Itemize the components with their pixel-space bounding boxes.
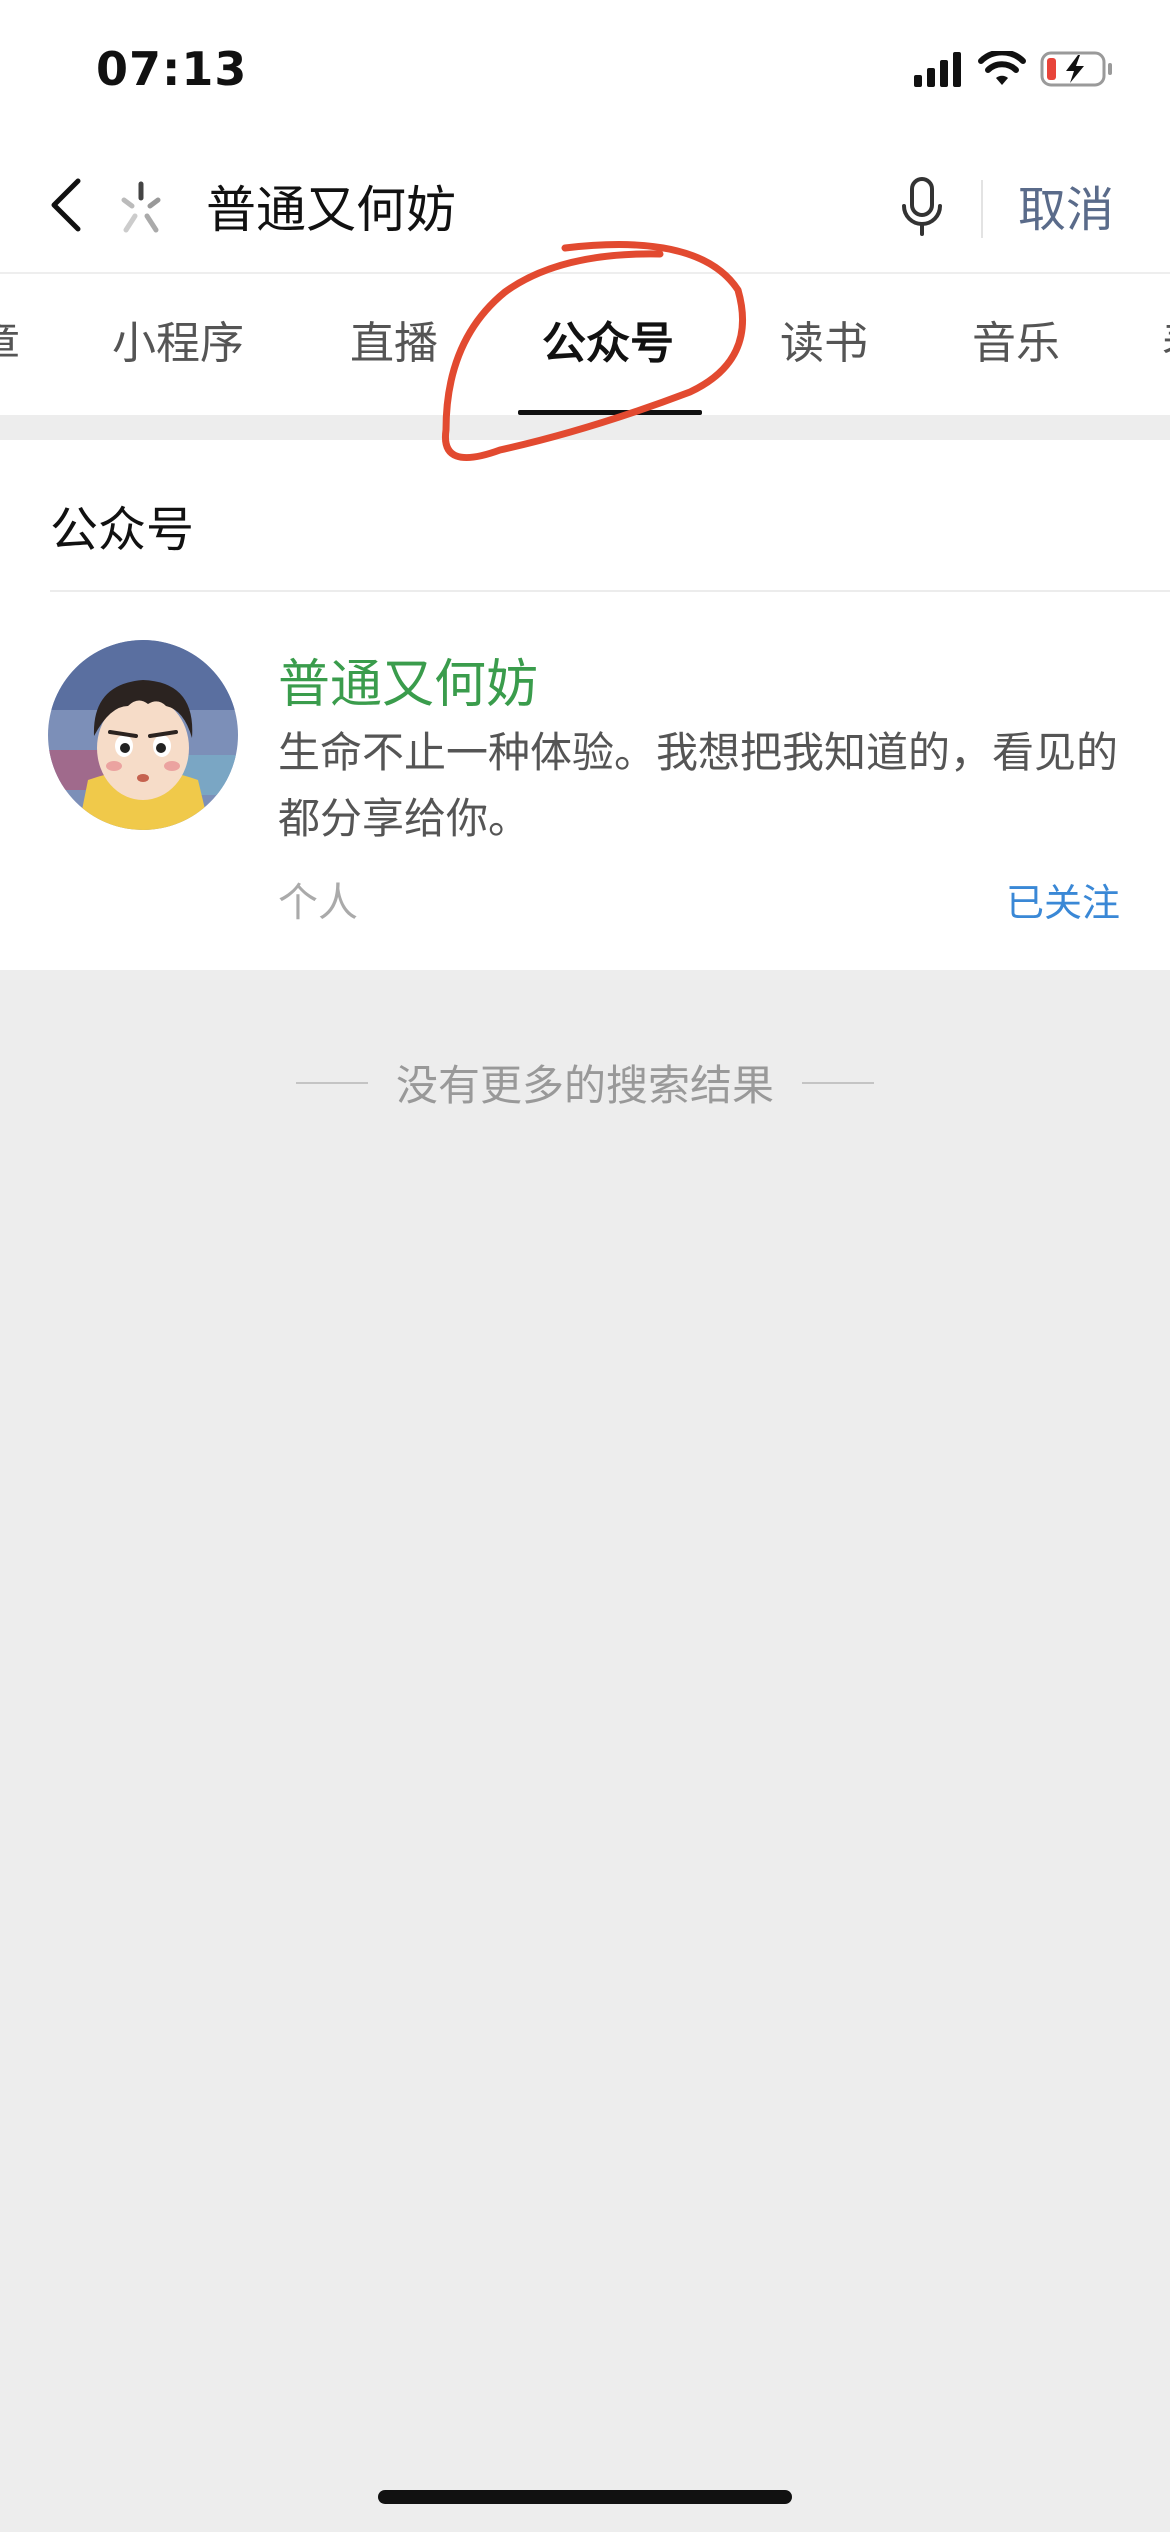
header-area: 07:13 普通又何妨 取消 小程序 直播 公众号 读书 音乐	[0, 0, 1170, 415]
no-more-results: 没有更多的搜索结果	[0, 1052, 1170, 1113]
tab-emoji[interactable]: 表	[1162, 312, 1170, 376]
signal-icon	[914, 51, 964, 91]
results-card: 公众号 普通又何妨 生命不止一种体验。我想把我知道的，看见的都分享给你。 个人 …	[0, 440, 1170, 970]
account-type: 个人	[278, 880, 358, 926]
divider	[0, 272, 1170, 274]
home-indicator[interactable]	[378, 2490, 792, 2504]
wifi-icon	[978, 49, 1026, 91]
cancel-button[interactable]: 取消	[1018, 176, 1114, 244]
back-button[interactable]	[36, 172, 96, 242]
tab-article[interactable]: 章	[0, 312, 20, 376]
account-name[interactable]: 普通又何妨	[278, 642, 538, 717]
search-bar: 普通又何妨 取消	[0, 150, 1170, 270]
divider	[981, 180, 983, 238]
tab-live[interactable]: 直播	[350, 312, 438, 376]
status-icons	[914, 48, 1114, 94]
divider	[295, 1081, 368, 1084]
section-gap	[0, 418, 1170, 440]
tab-music[interactable]: 音乐	[972, 312, 1060, 376]
account-description: 生命不止一种体验。我想把我知道的，看见的都分享给你。	[278, 728, 1119, 843]
active-tab-indicator	[518, 410, 702, 415]
voice-input-button[interactable]	[892, 174, 952, 244]
tab-reading[interactable]: 读书	[780, 312, 868, 376]
avatar[interactable]	[48, 640, 238, 830]
divider	[50, 590, 1170, 592]
status-time: 07:13	[96, 42, 248, 96]
tab-mini-program[interactable]: 小程序	[112, 312, 244, 376]
battery-charging-icon	[1040, 50, 1114, 92]
back-icon	[48, 177, 84, 237]
microphone-icon	[900, 176, 944, 242]
section-title: 公众号	[50, 502, 195, 558]
follow-status: 已关注	[1005, 881, 1120, 925]
tab-official-accounts[interactable]: 公众号	[542, 312, 674, 376]
no-more-results-text: 没有更多的搜索结果	[395, 1061, 774, 1110]
divider	[802, 1081, 874, 1084]
search-input[interactable]: 普通又何妨	[206, 176, 456, 244]
category-tabs: 章 小程序 直播 公众号 读书 音乐 表	[0, 300, 1170, 416]
loading-icon	[112, 180, 170, 238]
